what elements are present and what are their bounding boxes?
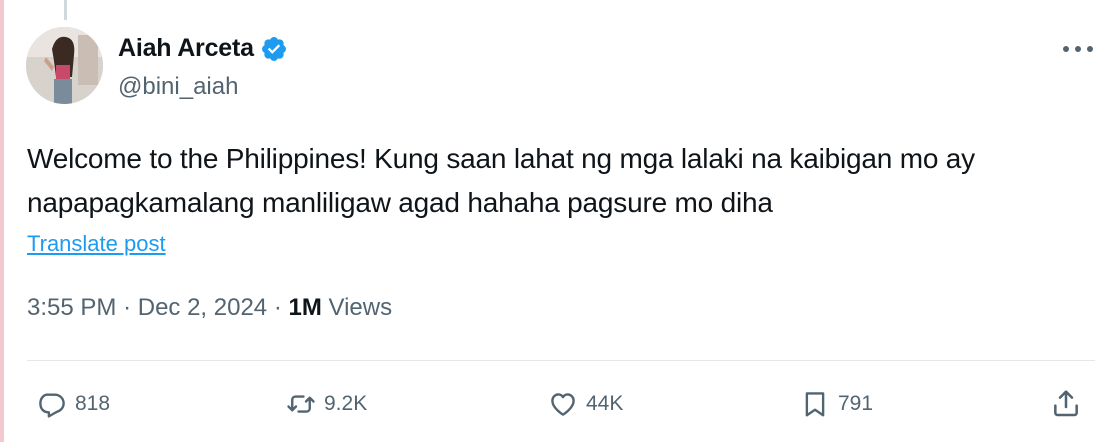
heart-icon [551, 393, 575, 416]
like-button[interactable]: 44K [548, 386, 623, 422]
bookmark-count: 791 [838, 392, 874, 415]
tweet-date[interactable]: Dec 2, 2024 [138, 294, 267, 321]
avatar-photo [26, 27, 103, 104]
more-horizontal-icon[interactable] [1062, 44, 1094, 54]
reply-count: 818 [75, 392, 111, 415]
like-count: 44K [586, 392, 624, 415]
thread-connector-line [64, 0, 67, 20]
author-handle[interactable]: @bini_aiah [118, 73, 238, 101]
tweet-metadata: 3:55 PM · Dec 2, 2024 · 1M Views [27, 294, 392, 322]
meta-separator: · [123, 294, 132, 321]
repost-count: 9.2K [324, 392, 368, 415]
author-display-name[interactable]: Aiah Arceta [118, 34, 254, 63]
reply-button[interactable]: 818 [37, 386, 110, 422]
bookmark-button[interactable]: 791 [800, 386, 873, 422]
avatar[interactable] [26, 27, 103, 104]
repost-button[interactable]: 9.2K [286, 386, 367, 422]
bookmark-icon [805, 392, 825, 417]
tweet-time[interactable]: 3:55 PM [27, 294, 116, 321]
views-count: 1M [288, 294, 322, 321]
reply-icon [39, 393, 65, 418]
page-edge [0, 0, 4, 442]
share-icon[interactable] [1050, 386, 1082, 420]
divider [27, 360, 1095, 361]
translate-post-link[interactable]: Translate post [27, 231, 166, 257]
verified-badge-icon [261, 36, 286, 61]
views-label: Views [328, 294, 393, 321]
repost-icon [287, 395, 315, 413]
author-name[interactable]: Aiah Arceta [118, 34, 288, 63]
tweet-text: Welcome to the Philippines! Kung saan la… [27, 143, 975, 218]
meta-separator: · [273, 294, 282, 321]
tweet-card: Aiah Arceta @bini_aiah Welcome to the Ph… [0, 0, 1120, 442]
